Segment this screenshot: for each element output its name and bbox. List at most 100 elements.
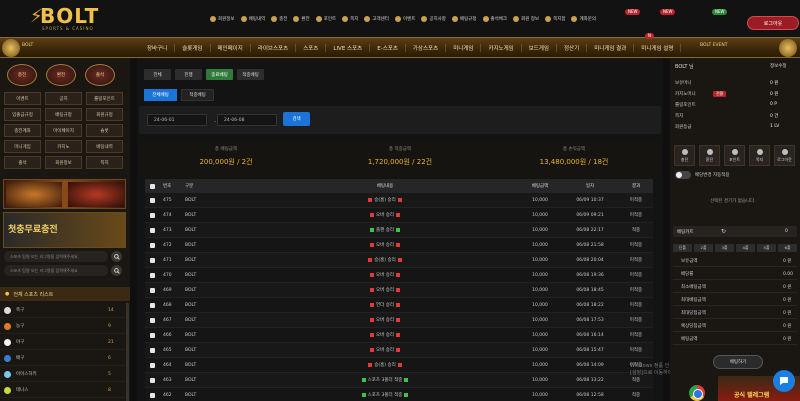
top-menu-bet-rule[interactable]: 배팅규정 — [451, 16, 477, 22]
sport-list-item[interactable]: 야구 21 — [0, 335, 130, 350]
row-detail[interactable]: 승(홈) 승리 — [251, 257, 519, 263]
subtab-1[interactable]: 적중베팅 — [181, 89, 214, 101]
row-detail[interactable]: 스포츠 3폴더 적중 — [251, 377, 519, 383]
nav-right-tag[interactable]: BOLT EVENT — [700, 43, 728, 48]
row-detail[interactable]: 승(홈) 승리 — [251, 362, 519, 368]
nav-item-12[interactable]: 미니게임 결과 — [587, 44, 635, 52]
refresh-icon[interactable]: ↻ — [721, 228, 726, 235]
nav-item-5[interactable]: LIVE 스포츠 — [326, 44, 371, 52]
search-icon[interactable] — [111, 251, 122, 262]
account-action-withdraw[interactable]: 환전 — [699, 145, 720, 166]
quick-menu-item[interactable]: 카지노 — [45, 140, 82, 153]
date-to-field[interactable]: 24-06-08 — [217, 114, 277, 126]
sport-list-item[interactable]: 농구 9 — [0, 319, 130, 334]
table-row[interactable]: 468 BOLT 언더 승리 10,000 06/08 18:22 미적중 — [145, 298, 653, 313]
folder-chip[interactable]: 4폴 — [736, 244, 755, 252]
account-action-logout[interactable]: 로그아웃 — [774, 145, 795, 166]
event-promo-banner[interactable]: 첫충무료충전 — [3, 212, 126, 248]
subtab-0[interactable]: 전체베팅 — [144, 89, 177, 101]
sports-list-header[interactable]: ● 전체 스포츠 리스트 — [0, 287, 130, 301]
quick-menu-item[interactable]: 슬롯 — [86, 124, 123, 137]
sidebar-scrollbar[interactable] — [126, 303, 129, 401]
row-checkbox[interactable] — [149, 257, 155, 263]
quick-menu-item[interactable]: 베팅내역 — [86, 140, 123, 153]
row-detail[interactable]: 오버 승리 — [251, 287, 519, 293]
quick-circle-2[interactable]: 출석 — [85, 64, 115, 86]
quick-menu-item[interactable]: 회원정보 — [45, 156, 82, 169]
nav-item-2[interactable]: 메인페이지 — [211, 44, 251, 52]
nav-item-1[interactable]: 슬롯게임 — [175, 44, 211, 52]
row-checkbox[interactable] — [149, 227, 155, 233]
folder-chip[interactable]: 3폴 — [715, 244, 734, 252]
top-menu-withdraw[interactable]: 환전 — [293, 16, 310, 22]
row-checkbox[interactable] — [149, 272, 155, 278]
table-row[interactable]: 473 BOLT 플핸 승리 10,000 06/08 22:17 적중 — [145, 223, 653, 238]
row-checkbox[interactable] — [149, 347, 155, 353]
top-menu-account[interactable]: 계좌문의 — [571, 16, 596, 22]
top-menu-attend[interactable]: 출석체크 — [482, 16, 507, 22]
row-checkbox[interactable] — [149, 287, 155, 293]
row-checkbox[interactable] — [149, 242, 155, 248]
row-checkbox[interactable] — [149, 302, 155, 308]
logout-button[interactable]: 로그아웃 — [747, 16, 799, 30]
table-row[interactable]: 470 BOLT 오버 승리 10,000 06/08 19:36 미적중 — [145, 268, 653, 283]
place-bet-button[interactable]: 베팅하기 — [713, 355, 763, 369]
search-button[interactable]: 검색 — [283, 112, 310, 126]
nav-item-9[interactable]: 카지노게임 — [481, 44, 522, 52]
top-menu-deposit[interactable]: 충전 — [271, 16, 287, 22]
row-checkbox[interactable] — [149, 317, 155, 323]
row-checkbox[interactable] — [149, 212, 155, 218]
table-row[interactable]: 465 BOLT 오버 승리 10,000 06/08 15:47 미적중 — [145, 343, 653, 358]
folder-chip[interactable]: 6폴 — [778, 244, 797, 252]
casino-promo-banner[interactable] — [3, 179, 126, 209]
row-checkbox[interactable] — [149, 362, 155, 368]
account-action-deposit[interactable]: 충전 — [674, 145, 695, 166]
quick-circle-1[interactable]: 환전 — [46, 64, 76, 86]
row-checkbox[interactable] — [149, 197, 155, 203]
folder-chip[interactable]: 5폴 — [757, 244, 776, 252]
sport-list-item[interactable]: 테니스 8 — [0, 383, 130, 398]
select-all-checkbox[interactable] — [149, 183, 155, 189]
table-row[interactable]: 462 BOLT 스포츠 3폴더 적중 10,000 06/08 12:58 적중 — [145, 388, 653, 401]
tab-0[interactable]: 전체 — [144, 69, 171, 80]
date-from-field[interactable]: 24-06-01 — [147, 114, 207, 126]
sport-list-item[interactable]: 배구 6 — [0, 351, 130, 366]
quick-menu-item[interactable]: 쪽지 — [86, 156, 123, 169]
top-menu-point[interactable]: 포인트 — [315, 16, 336, 22]
table-row[interactable]: 463 BOLT 스포츠 3폴더 적중 10,000 06/08 13:22 적중 — [145, 373, 653, 388]
convert-button[interactable]: 전환 — [713, 91, 727, 97]
tab-2[interactable]: 종료베팅 — [206, 69, 233, 80]
row-detail[interactable]: 승(홈) 승리 — [251, 197, 519, 203]
nav-item-10[interactable]: 보드게임 — [522, 44, 557, 52]
top-menu-mail[interactable]: 쪽지 — [342, 16, 358, 22]
table-row[interactable]: 474 BOLT 오버 승리 10,000 06/09 09:21 미적중 — [145, 208, 653, 223]
nav-item-8[interactable]: 미니게임 — [446, 44, 482, 52]
row-detail[interactable]: 오버 승리 — [251, 272, 519, 278]
league-search-input[interactable]: 스포츠 팀명 또는 리그명을 입력해주세요 — [4, 265, 108, 276]
top-menu-notice[interactable]: 고객센터 — [364, 16, 389, 22]
quick-circle-0[interactable]: 충전 — [7, 64, 37, 86]
row-detail[interactable]: 플핸 승리 — [251, 227, 519, 233]
top-menu-msg[interactable]: 쪽지함 — [545, 16, 565, 22]
nav-item-7[interactable]: 가상스포츠 — [406, 44, 447, 52]
chrome-icon[interactable] — [689, 385, 705, 401]
row-detail[interactable]: 오버 승리 — [251, 347, 519, 353]
top-menu-rule[interactable]: 공지사항 — [421, 16, 446, 22]
folder-chip[interactable]: 단폴 — [673, 244, 692, 252]
quick-menu-item[interactable]: 공지 — [45, 92, 82, 105]
sport-list-item[interactable]: 축구 14 — [0, 303, 130, 318]
table-row[interactable]: 471 BOLT 승(홈) 승리 10,000 06/08 20:04 미적중 — [145, 253, 653, 268]
team-search-input[interactable]: 스포츠 팀명 또는 리그명을 입력해주세요 — [4, 251, 108, 262]
chat-button[interactable] — [773, 370, 795, 392]
folder-chip[interactable]: 2폴 — [694, 244, 713, 252]
quick-menu-item[interactable]: 미니게임 — [4, 140, 41, 153]
quick-menu-item[interactable]: 마이페이지 — [45, 124, 82, 137]
quick-menu-item[interactable]: 배팅규정 — [45, 108, 82, 121]
row-checkbox[interactable] — [149, 332, 155, 338]
table-row[interactable]: 475 BOLT 승(홈) 승리 10,000 06/09 10:37 미적중 — [145, 193, 653, 208]
row-detail[interactable]: 오버 승리 — [251, 242, 519, 248]
account-action-point[interactable]: 포인트 — [724, 145, 745, 166]
row-detail[interactable]: 오버 승리 — [251, 332, 519, 338]
top-menu-coin[interactable]: 배팅내역 — [240, 16, 265, 22]
row-checkbox[interactable] — [149, 377, 155, 383]
